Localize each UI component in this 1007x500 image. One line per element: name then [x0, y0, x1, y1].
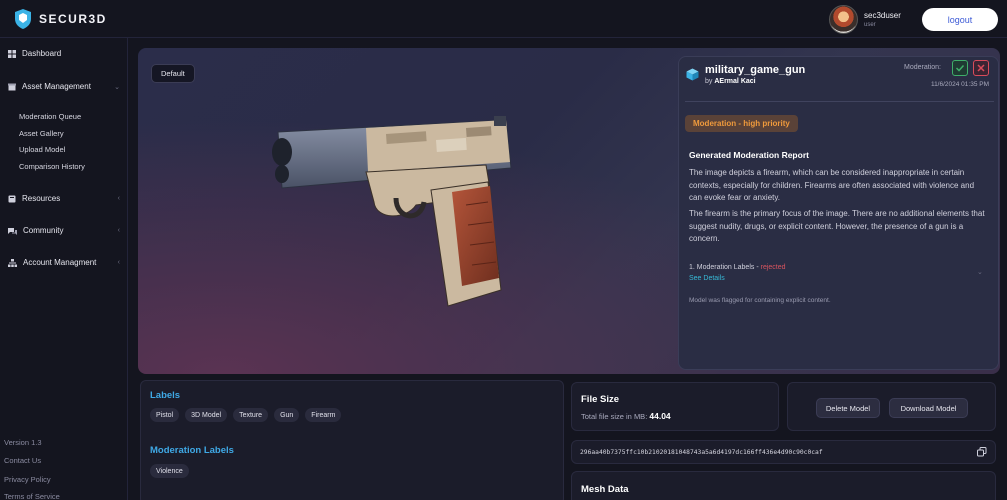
sidebar-item-asset-management[interactable]: Asset Management ⌄ — [8, 82, 120, 91]
label-chip: Gun — [274, 408, 300, 422]
moderation-date: 11/6/2024 01:35 PM — [930, 81, 989, 88]
privacy-link[interactable]: Privacy Policy — [4, 475, 51, 484]
mesh-data-card: Mesh Data — [571, 471, 996, 500]
moderation-label: Moderation: — [904, 64, 941, 71]
moderation-label-chips: Violence — [150, 464, 195, 478]
top-bar: SECUR3D sec3duser user logout — [0, 0, 1007, 38]
sidebar-item-label: Resources — [22, 194, 61, 203]
moderation-labels-text: 1. Moderation Labels - — [689, 264, 759, 271]
approve-button[interactable] — [952, 60, 968, 76]
file-size-label: Total file size in MB: — [581, 412, 648, 421]
avatar[interactable] — [829, 5, 858, 34]
report-paragraph-2: The firearm is the primary focus of the … — [689, 209, 985, 243]
shield-logo-icon — [15, 9, 31, 29]
flag-note: Model was flagged for containing explici… — [689, 297, 831, 304]
chat-icon — [8, 227, 17, 235]
sidebar-item-label: Dashboard — [22, 49, 62, 58]
labels-card: Labels Pistol 3D Model Texture Gun Firea… — [140, 380, 564, 500]
moderation-labels-status: rejected — [760, 264, 786, 271]
dashboard-icon — [8, 49, 16, 58]
label-chip: Texture — [233, 408, 269, 422]
terms-link[interactable]: Terms of Service — [4, 492, 60, 500]
report-paragraph-1: The image depicts a firearm, which can b… — [689, 168, 975, 202]
default-view-button[interactable]: Default — [151, 64, 195, 83]
sidebar-item-community[interactable]: Community ‹ — [8, 226, 120, 235]
sidebar-item-resources[interactable]: Resources ‹ — [8, 194, 120, 203]
file-size-line: Total file size in MB: 44.04 — [581, 411, 671, 421]
user-name: sec3duser — [864, 10, 901, 20]
sidebar-subitem-upload-model[interactable]: Upload Model — [19, 145, 65, 154]
sidebar-item-dashboard[interactable]: Dashboard — [8, 49, 120, 58]
cube-icon — [686, 68, 699, 81]
mesh-data-title: Mesh Data — [581, 484, 629, 495]
see-details-link[interactable]: See Details — [689, 275, 725, 282]
hash-card: 296aa40b7375ffc10b21020181048743a5a6d419… — [571, 440, 996, 464]
box-icon — [8, 83, 16, 90]
sidebar-subitem-asset-gallery[interactable]: Asset Gallery — [19, 129, 64, 138]
by-prefix: by — [705, 78, 713, 85]
pistol-model-render — [272, 116, 512, 307]
sidebar-subitem-moderation-queue[interactable]: Moderation Queue — [19, 112, 81, 121]
label-chips: Pistol 3D Model Texture Gun Firearm — [150, 408, 347, 422]
sidebar-item-label: Community — [23, 226, 64, 235]
brand-name: SECUR3D — [39, 12, 107, 26]
model-author: by AErmal Kaci — [705, 78, 756, 85]
chevron-left-icon: ‹ — [117, 227, 120, 234]
moderation-labels-row[interactable]: 1. Moderation Labels - rejected — [689, 264, 786, 271]
book-icon — [8, 195, 16, 202]
model-hash: 296aa40b7375ffc10b21020181048743a5a6d419… — [580, 449, 823, 456]
logout-button[interactable]: logout — [922, 8, 998, 31]
close-icon — [977, 64, 985, 72]
sidebar-item-label: Asset Management — [22, 82, 91, 91]
moderation-labels-title: Moderation Labels — [150, 445, 234, 456]
user-role: user — [864, 21, 876, 28]
download-model-button[interactable]: Download Model — [889, 398, 968, 418]
report-title: Generated Moderation Report — [689, 150, 809, 160]
sidebar: Dashboard Asset Management ⌄ Moderation … — [0, 38, 128, 500]
chevron-down-icon[interactable]: ⌄ — [977, 268, 983, 276]
divider — [685, 101, 994, 102]
check-icon — [955, 64, 965, 72]
logo[interactable]: SECUR3D — [13, 8, 107, 30]
model-title: military_game_gun — [705, 64, 806, 76]
file-size-card: File Size Total file size in MB: 44.04 — [571, 382, 779, 431]
labels-title: Labels — [150, 390, 181, 401]
file-size-title: File Size — [581, 394, 620, 405]
file-size-value: 44.04 — [649, 411, 671, 421]
priority-badge: Moderation - high priority — [685, 115, 798, 132]
user-menu[interactable]: sec3duser user — [829, 5, 901, 34]
label-chip: Firearm — [305, 408, 342, 422]
version-label: Version 1.3 — [4, 438, 42, 447]
moderation-panel: military_game_gun by AErmal Kaci Moderat… — [678, 56, 999, 370]
chevron-left-icon: ‹ — [117, 259, 120, 266]
delete-model-button[interactable]: Delete Model — [816, 398, 880, 418]
sidebar-subitem-comparison-history[interactable]: Comparison History — [19, 162, 85, 171]
reject-button[interactable] — [973, 60, 989, 76]
sidebar-item-label: Account Managment — [23, 258, 97, 267]
sitemap-icon — [8, 258, 17, 267]
sidebar-item-account-management[interactable]: Account Managment ‹ — [8, 258, 120, 267]
copy-icon[interactable] — [977, 447, 987, 457]
label-chip: Pistol — [150, 408, 180, 422]
chevron-down-icon: ⌄ — [114, 83, 120, 91]
author-name[interactable]: AErmal Kaci — [714, 78, 755, 85]
chevron-left-icon: ‹ — [117, 195, 120, 202]
actions-card: Delete Model Download Model — [787, 382, 996, 431]
moderation-label-chip: Violence — [150, 464, 189, 478]
contact-link[interactable]: Contact Us — [4, 456, 41, 465]
label-chip: 3D Model — [185, 408, 228, 422]
